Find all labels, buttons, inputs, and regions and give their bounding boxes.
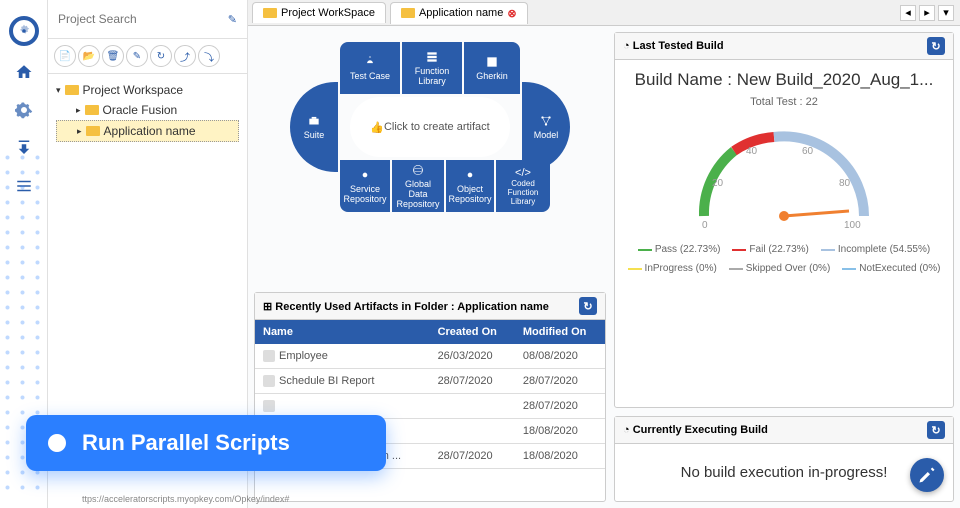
- svg-text:0: 0: [702, 220, 708, 231]
- artifact-wheel: Test Case Function Library Gherkin Suite…: [254, 32, 606, 284]
- legend-item: Skipped Over (0%): [729, 263, 830, 274]
- fab-launch-button[interactable]: [910, 458, 944, 492]
- refresh-build-button[interactable]: ↻: [927, 37, 945, 55]
- run-parallel-banner: Run Parallel Scripts: [26, 415, 386, 471]
- seg-gherkin[interactable]: Gherkin: [464, 42, 520, 94]
- build-name: Build Name : New Build_2020_Aug_1...: [625, 70, 943, 90]
- col-modified[interactable]: Modified On: [515, 320, 605, 344]
- svg-text:100: 100: [844, 220, 861, 231]
- grid-icon: ⊞: [263, 301, 272, 313]
- col-created[interactable]: Created On: [430, 320, 515, 344]
- new-button[interactable]: 📄: [54, 45, 76, 67]
- svg-text:80: 80: [839, 178, 851, 189]
- edit-button[interactable]: ✎: [126, 45, 148, 67]
- tabs-bar: Project WorkSpace Application name ⊗ ◂ ▸…: [248, 0, 960, 26]
- search-input[interactable]: [58, 12, 228, 26]
- refresh-button[interactable]: ↻: [150, 45, 172, 67]
- tab-next-button[interactable]: ▸: [919, 5, 935, 21]
- legend-item: Pass (22.73%): [638, 244, 721, 255]
- folder-icon: [65, 85, 79, 95]
- settings-icon[interactable]: [12, 98, 36, 122]
- gauge-icon: ◔: [623, 40, 630, 52]
- edit-icon[interactable]: ✎: [228, 13, 237, 26]
- tab-project-workspace[interactable]: Project WorkSpace: [252, 2, 386, 23]
- seg-model[interactable]: Model: [522, 82, 570, 172]
- seg-service-repo[interactable]: Service Repository: [340, 160, 390, 212]
- seg-test-case[interactable]: Test Case: [340, 42, 400, 94]
- tree-item-oracle[interactable]: ▸ Oracle Fusion: [56, 100, 239, 120]
- table-row[interactable]: Schedule BI Report28/07/202028/07/2020: [255, 369, 605, 394]
- seg-function-library[interactable]: Function Library: [402, 42, 462, 94]
- refresh-artifacts-button[interactable]: ↻: [579, 297, 597, 315]
- banner-dot-icon: [48, 434, 66, 452]
- tree-root[interactable]: ▾ Project Workspace: [56, 80, 239, 100]
- col-name[interactable]: Name: [255, 320, 430, 344]
- last-build-panel: ◔ Last Tested Build ↻ Build Name : New B…: [614, 32, 954, 408]
- legend-item: InProgress (0%): [628, 263, 717, 274]
- delete-button[interactable]: 🗑: [102, 45, 124, 67]
- refresh-exec-button[interactable]: ↻: [927, 421, 945, 439]
- seg-coded-func[interactable]: </>Coded Function Library: [496, 160, 550, 212]
- logo-gear-icon[interactable]: [9, 16, 39, 46]
- tab-application-name[interactable]: Application name ⊗: [390, 2, 528, 24]
- folder-icon: [86, 126, 100, 136]
- seg-object-repo[interactable]: Object Repository: [446, 160, 494, 212]
- table-row[interactable]: Employee26/03/202008/08/2020: [255, 344, 605, 369]
- tab-prev-button[interactable]: ◂: [900, 5, 916, 21]
- home-icon[interactable]: [12, 60, 36, 84]
- seg-global-data[interactable]: Global Data Repository: [392, 160, 444, 212]
- build-total: Total Test : 22: [625, 96, 943, 108]
- project-tree: ▾ Project Workspace ▸ Oracle Fusion ▸ Ap…: [48, 74, 247, 148]
- legend-item: Fail (22.73%): [732, 244, 808, 255]
- seg-suite[interactable]: Suite: [290, 82, 338, 172]
- folder-icon: [85, 105, 99, 115]
- svg-text:20: 20: [712, 178, 724, 189]
- exec-message: No build execution in-progress!: [615, 444, 953, 501]
- tree-item-application[interactable]: ▸ Application name: [56, 120, 239, 142]
- footer-url: ttps://acceleratorscripts.myopkey.com/Op…: [82, 494, 289, 504]
- open-button[interactable]: 📂: [78, 45, 100, 67]
- executing-build-panel: ◔ Currently Executing Build ↻ No build e…: [614, 416, 954, 502]
- sidebar-toolbar: 📄 📂 🗑 ✎ ↻ ⤴ ⤵: [48, 39, 247, 74]
- tab-menu-button[interactable]: ▾: [938, 5, 954, 21]
- legend-item: Incomplete (54.55%): [821, 244, 930, 255]
- close-tab-icon[interactable]: ⊗: [507, 7, 516, 20]
- folder-icon: [263, 8, 277, 18]
- gauge-icon: ◔: [623, 424, 630, 436]
- build-legend: Pass (22.73%) Fail (22.73%) Incomplete (54…: [625, 244, 943, 274]
- download-button[interactable]: ⤵: [198, 45, 220, 67]
- svg-text:40: 40: [746, 146, 758, 157]
- svg-text:60: 60: [802, 146, 814, 157]
- upload-button[interactable]: ⤴: [174, 45, 196, 67]
- build-gauge: 0 20 40 60 80 100: [684, 116, 884, 236]
- legend-item: NotExecuted (0%): [842, 263, 940, 274]
- wheel-center-button[interactable]: 👍 Click to create artifact: [350, 97, 510, 157]
- folder-icon: [401, 8, 415, 18]
